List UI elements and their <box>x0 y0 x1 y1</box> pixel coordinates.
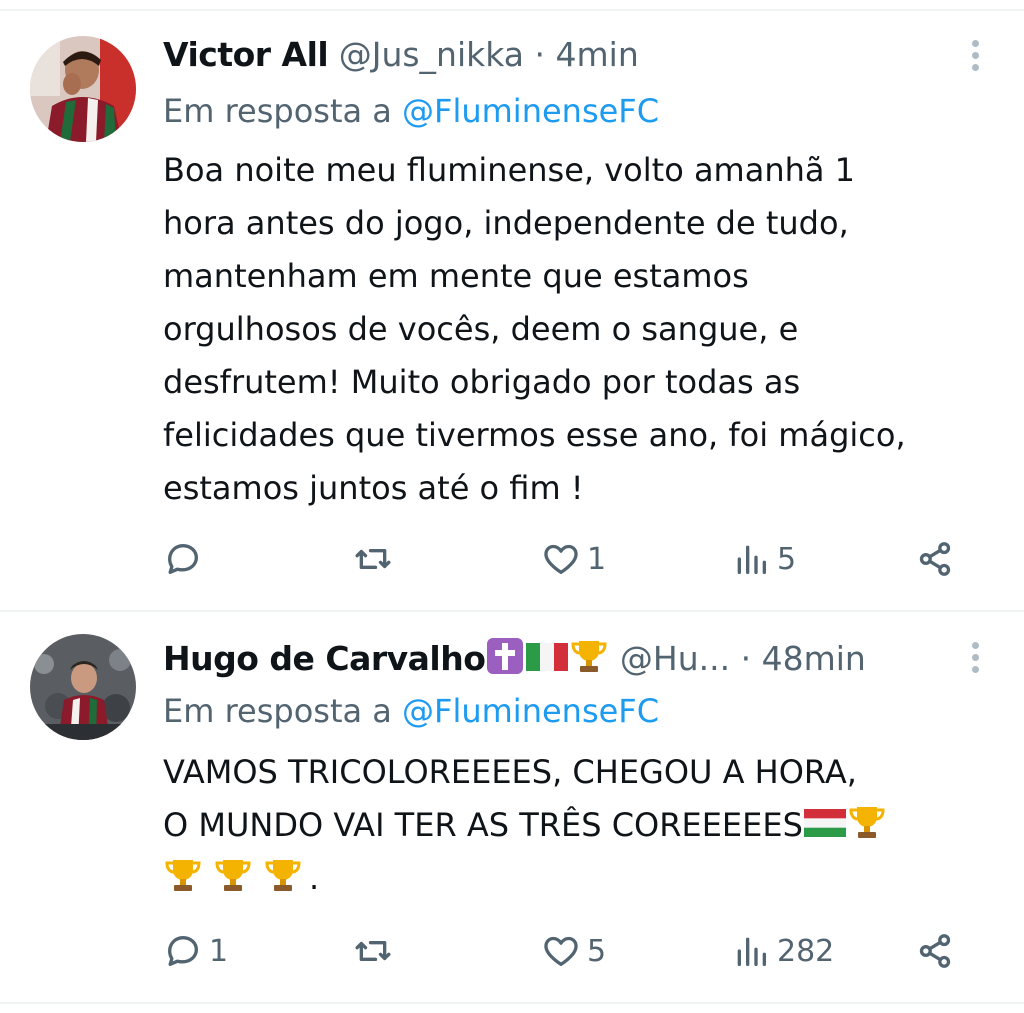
reply-mention-link[interactable]: @FluminenseFC <box>402 92 659 130</box>
more-vertical-icon <box>970 642 980 673</box>
tweet-text-line: desfrutem! Muito obrigado por todas as <box>163 363 801 401</box>
avatar-image <box>30 634 136 740</box>
share-button[interactable] <box>915 534 955 584</box>
more-options-button[interactable] <box>970 642 980 678</box>
tweet-text-segment: O MUNDO VAI TER AS TRÊS COREEEEES <box>163 806 803 844</box>
views-count: 5 <box>777 541 797 577</box>
avatar[interactable] <box>30 36 136 142</box>
reply-context: Em resposta a @FluminenseFC <box>163 688 659 734</box>
like-count: 1 <box>587 541 607 577</box>
share-button[interactable] <box>915 926 955 976</box>
retweet-button[interactable] <box>353 926 399 976</box>
tweet-text-line: Boa noite meu fluminense, volto amanhã 1 <box>163 151 856 189</box>
heart-icon <box>544 936 578 966</box>
reply-prefix: Em resposta a <box>163 692 392 730</box>
more-options-button[interactable] <box>970 40 980 76</box>
tweet-text-line-with-emoji: O MUNDO VAI TER AS TRÊS COREEEEES <box>163 799 1013 852</box>
action-bar: 1 5 <box>163 534 963 584</box>
trophy-emoji <box>849 807 885 838</box>
trophy-emoji <box>215 860 251 891</box>
tweet-header: Hugo de Carvalho @Hu... · 48min <box>163 634 944 684</box>
action-bar: 1 5 282 <box>163 926 963 976</box>
like-count: 5 <box>587 933 607 969</box>
author-name[interactable]: Hugo de Carvalho <box>163 639 486 678</box>
views-icon <box>737 937 766 966</box>
timestamp[interactable]: 4min <box>556 35 639 74</box>
tweet-text-line: hora antes do jogo, independente de tudo… <box>163 204 849 242</box>
views-button[interactable]: 282 <box>731 926 834 976</box>
share-icon <box>919 542 951 576</box>
heart-icon <box>544 544 578 574</box>
reply-prefix: Em resposta a <box>163 92 392 130</box>
like-button[interactable]: 5 <box>541 926 606 976</box>
tweet[interactable]: Victor All @Jus_nikka · 4min Em resposta… <box>0 12 1024 610</box>
hungary-flag-emoji <box>803 809 846 837</box>
tweet-text: VAMOS TRICOLOREEEES, CHEGOU A HORA, O MU… <box>163 746 1013 905</box>
tweet-text-line: orgulhosos de vocês, deem o sangue, e <box>163 310 799 348</box>
separator-dot: · <box>740 639 752 678</box>
author-name[interactable]: Victor All <box>163 35 329 74</box>
views-button[interactable]: 5 <box>731 534 796 584</box>
italy-flag-emoji <box>526 643 569 671</box>
tweet[interactable]: Hugo de Carvalho @Hu... · 48min Em respo… <box>0 612 1024 1002</box>
reply-icon <box>168 936 198 966</box>
author-handle[interactable]: @Hu... <box>620 639 730 678</box>
top-divider <box>0 9 1024 11</box>
tweet-text: Boa noite meu fluminense, volto amanhã 1… <box>163 144 993 515</box>
trophy-emoji <box>165 860 201 891</box>
tweet-text-line: VAMOS TRICOLOREEEES, CHEGOU A HORA, <box>163 753 857 791</box>
views-count: 282 <box>777 933 835 969</box>
retweet-button[interactable] <box>353 534 399 584</box>
separator-dot: · <box>534 35 546 74</box>
retweet-icon <box>355 941 391 961</box>
trophy-emoji <box>265 860 301 891</box>
share-icon <box>919 934 951 968</box>
retweet-icon <box>355 549 391 569</box>
like-button[interactable]: 1 <box>541 534 606 584</box>
author-handle[interactable]: @Jus_nikka <box>339 35 524 74</box>
tweet-text-line: mantenham em mente que estamos <box>163 257 749 295</box>
latin-cross-emoji <box>487 638 524 674</box>
tweet-text-line: estamos juntos até o fim ! <box>163 469 584 507</box>
reply-count: 1 <box>209 933 229 969</box>
reply-context: Em resposta a @FluminenseFC <box>163 88 659 134</box>
reply-button[interactable]: 1 <box>163 926 228 976</box>
timestamp[interactable]: 48min <box>762 639 866 678</box>
tweet-divider <box>0 1002 1024 1004</box>
trophy-emoji <box>571 641 607 672</box>
tweet-text-segment: . <box>309 859 320 897</box>
views-icon <box>737 545 766 574</box>
more-vertical-icon <box>970 40 980 71</box>
tweet-header: Victor All @Jus_nikka · 4min <box>163 30 944 80</box>
reply-mention-link[interactable]: @FluminenseFC <box>402 692 659 730</box>
reply-button[interactable] <box>163 534 209 584</box>
reply-icon <box>168 544 198 574</box>
avatar[interactable] <box>30 634 136 740</box>
avatar-image <box>30 36 136 142</box>
tweet-text-line: felicidades que tivermos esse ano, foi m… <box>163 416 906 454</box>
tweet-text-line-with-emoji: . <box>163 852 1013 905</box>
